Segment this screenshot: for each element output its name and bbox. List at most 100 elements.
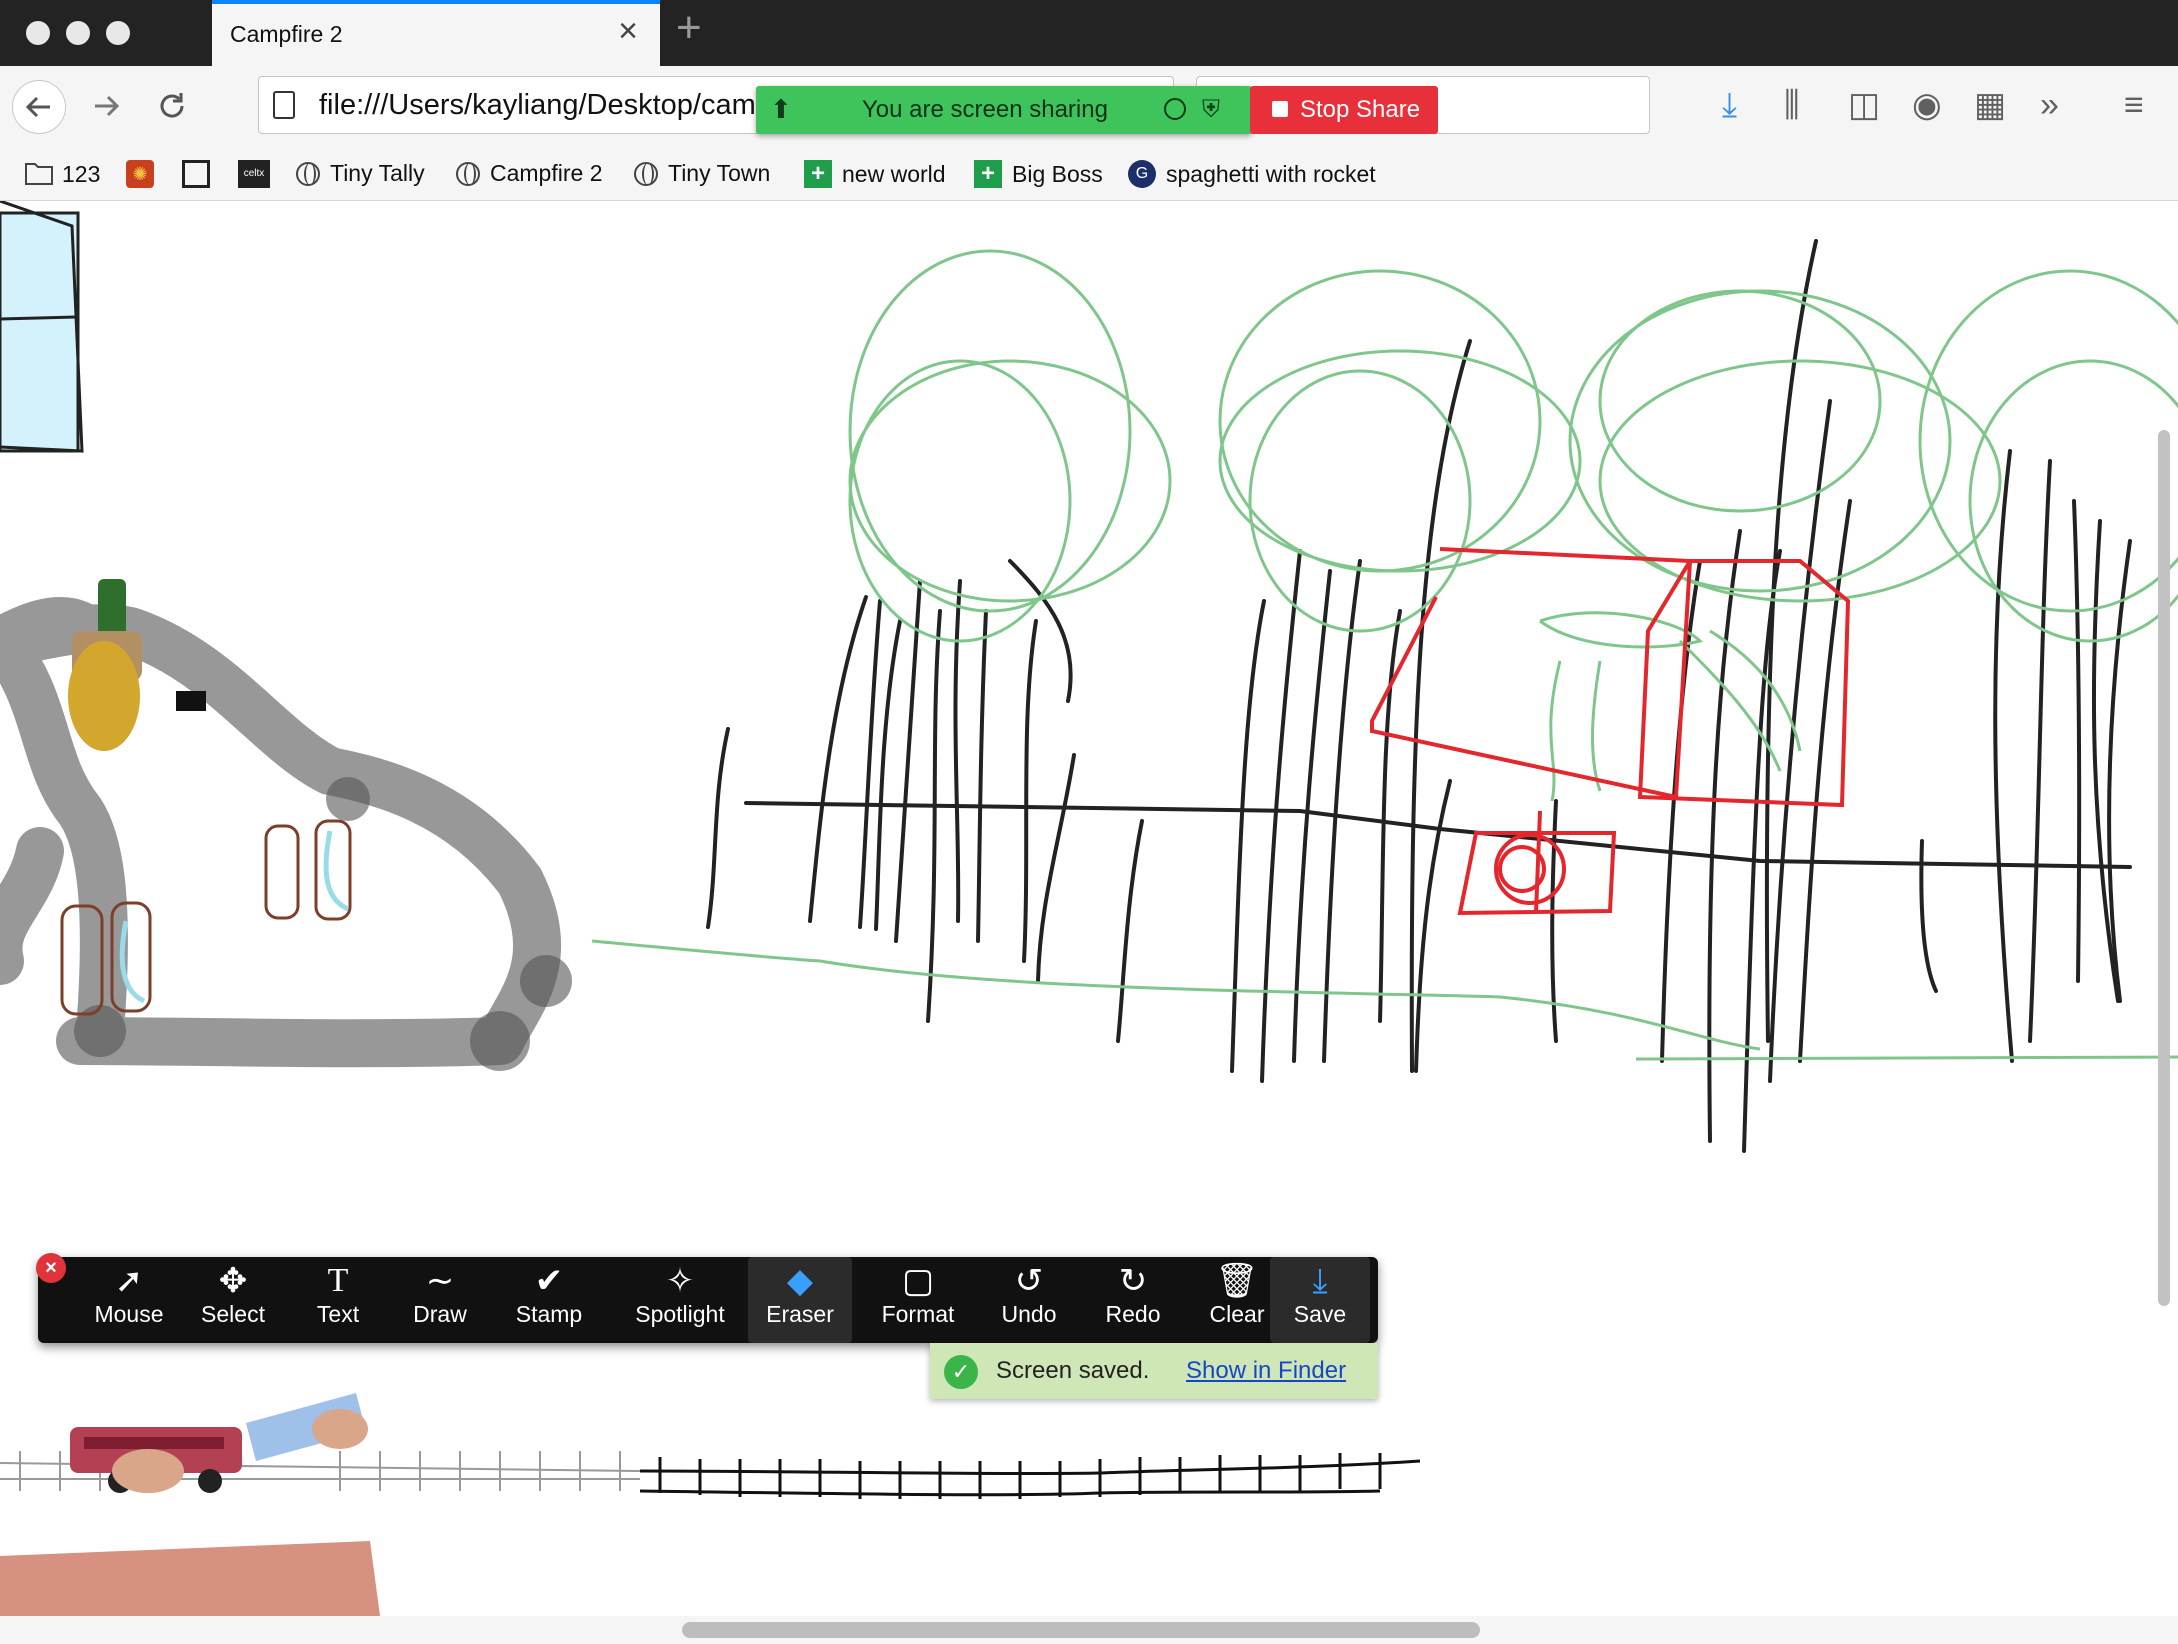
check-circle-icon: ✓ bbox=[944, 1355, 978, 1389]
tool-label: Spotlight bbox=[635, 1301, 725, 1327]
plus-icon[interactable]: + bbox=[676, 6, 702, 50]
horizontal-scrollbar[interactable] bbox=[682, 1622, 1480, 1638]
annotation-toolbar: × ➚ Mouse ✥ Select T Text ∼ Draw ✔ Stamp… bbox=[36, 1253, 1378, 1343]
download-icon[interactable]: ⤓ bbox=[1722, 88, 1737, 122]
bookmark-tiny-tally[interactable]: Tiny Tally bbox=[296, 160, 425, 187]
toast-message: Screen saved. bbox=[996, 1357, 1150, 1384]
account-icon[interactable]: ◉ bbox=[1912, 88, 1942, 122]
overflow-icon[interactable]: » bbox=[2040, 88, 2059, 122]
tool-eraser[interactable]: ◆ Eraser bbox=[748, 1257, 852, 1343]
tool-label: Mouse bbox=[94, 1301, 164, 1327]
close-toolbar-button[interactable]: × bbox=[36, 1253, 66, 1283]
tool-label: Save bbox=[1293, 1301, 1347, 1327]
toy-train-images bbox=[0, 1393, 380, 1616]
tool-undo[interactable]: ↺ Undo bbox=[988, 1257, 1070, 1343]
tool-clear[interactable]: 🗑 Clear bbox=[1196, 1257, 1278, 1343]
drawing-canvas[interactable] bbox=[0, 201, 2178, 1616]
folder-icon bbox=[24, 160, 53, 188]
extension-icon[interactable]: ▦ bbox=[1974, 88, 2006, 122]
trash-icon: 🗑 bbox=[1215, 1262, 1259, 1300]
celtx-logo: celtx bbox=[238, 160, 270, 188]
sidebar-icon[interactable]: ◫ bbox=[1848, 88, 1880, 122]
close-window-button[interactable] bbox=[26, 21, 50, 45]
tool-label: Text bbox=[316, 1301, 360, 1327]
bookmarks-bar: 123 ✺ celtx Tiny Tally Campfire 2 Tiny T… bbox=[0, 148, 2178, 201]
bookmark-frame[interactable] bbox=[182, 160, 220, 188]
bookmark-label: Big Boss bbox=[1012, 160, 1103, 187]
check-icon: ✔ bbox=[534, 1262, 564, 1300]
tool-label: Select bbox=[201, 1301, 265, 1327]
vertical-scrollbar[interactable] bbox=[2158, 430, 2170, 1306]
tool-label: Stamp bbox=[515, 1301, 583, 1327]
tool-draw[interactable]: ∼ Draw bbox=[400, 1257, 480, 1343]
reload-button[interactable] bbox=[146, 80, 198, 132]
sharing-text: You are screen sharing bbox=[862, 96, 1108, 123]
tool-mouse[interactable]: ➚ Mouse bbox=[88, 1257, 170, 1343]
bookmark-label: 123 bbox=[62, 160, 101, 187]
wand-icon: ✧ bbox=[665, 1262, 695, 1300]
frame-icon bbox=[182, 160, 210, 188]
tree-trunks bbox=[706, 239, 2132, 1153]
page-icon bbox=[273, 91, 295, 119]
stop-share-label: Stop Share bbox=[1300, 96, 1421, 123]
redo-icon: ↻ bbox=[1118, 1262, 1148, 1300]
tree-canopies bbox=[848, 249, 2178, 802]
tool-select[interactable]: ✥ Select bbox=[188, 1257, 278, 1343]
minimize-window-button[interactable] bbox=[66, 21, 90, 45]
forward-button[interactable] bbox=[80, 80, 132, 132]
bookmark-label: Tiny Town bbox=[668, 160, 771, 186]
tool-label: Draw bbox=[413, 1301, 467, 1327]
recording-dot-icon bbox=[1164, 98, 1186, 120]
globe-icon bbox=[456, 161, 480, 186]
globe-icon bbox=[296, 161, 320, 186]
circle-logo-icon: G bbox=[1128, 160, 1156, 188]
eraser-icon: ◆ bbox=[786, 1262, 814, 1300]
tool-stamp[interactable]: ✔ Stamp bbox=[504, 1257, 594, 1343]
red-sketch bbox=[1370, 547, 1851, 916]
tool-spotlight[interactable]: ✧ Spotlight bbox=[618, 1257, 742, 1343]
bookmark-campfire-2[interactable]: Campfire 2 bbox=[456, 160, 602, 187]
close-icon[interactable]: × bbox=[618, 14, 638, 48]
bookmark-pumpkin[interactable]: ✺ bbox=[126, 160, 164, 188]
library-icon[interactable]: ⫼ bbox=[1784, 88, 1800, 122]
window-sketch bbox=[0, 201, 84, 453]
menu-icon[interactable]: ≡ bbox=[2124, 88, 2144, 122]
grass-lines bbox=[591, 939, 2178, 1061]
tab-campfire-2[interactable]: Campfire 2 × bbox=[212, 0, 660, 66]
bookmark-big-boss[interactable]: + Big Boss bbox=[974, 160, 1103, 188]
bookmark-new-world[interactable]: + new world bbox=[804, 160, 946, 188]
tab-title: Campfire 2 bbox=[230, 21, 343, 47]
tool-label: Redo bbox=[1105, 1301, 1161, 1327]
tool-redo[interactable]: ↻ Redo bbox=[1092, 1257, 1174, 1343]
tool-label: Eraser bbox=[766, 1301, 834, 1327]
move-icon: ✥ bbox=[218, 1262, 248, 1300]
bookmark-folder-123[interactable]: 123 bbox=[24, 160, 100, 188]
back-button[interactable] bbox=[12, 80, 66, 134]
tool-text[interactable]: T Text bbox=[300, 1257, 376, 1343]
browser-titlebar: Campfire 2 × + bbox=[0, 0, 2178, 66]
annotation-drawing bbox=[0, 201, 2178, 1616]
plus-square-icon: + bbox=[974, 160, 1002, 188]
reload-icon bbox=[160, 93, 184, 118]
stop-icon bbox=[1272, 101, 1288, 117]
tool-format[interactable]: ▢ Format bbox=[856, 1257, 980, 1343]
screen-sharing-banner[interactable]: ⬆ You are screen sharing ⛨ bbox=[756, 86, 1252, 134]
plus-square-icon: + bbox=[804, 160, 832, 188]
pumpkin-icon: ✺ bbox=[126, 160, 154, 188]
share-arrow-icon: ⬆ bbox=[770, 94, 792, 124]
globe-icon bbox=[634, 161, 658, 186]
screen-saved-toast: ✓ Screen saved. Show in Finder bbox=[930, 1343, 1378, 1399]
bookmark-tiny-town[interactable]: Tiny Town bbox=[634, 160, 770, 187]
zoom-window-button[interactable] bbox=[106, 21, 130, 45]
bookmark-spaghetti-with-rocket[interactable]: G spaghetti with rocket bbox=[1128, 160, 1376, 188]
save-icon: ⤓ bbox=[1312, 1262, 1328, 1300]
cursor-icon: ➚ bbox=[114, 1262, 144, 1300]
undo-icon: ↺ bbox=[1014, 1262, 1044, 1300]
bookmark-celtx[interactable]: celtx bbox=[238, 160, 280, 188]
bookmark-label: Tiny Tally bbox=[330, 160, 425, 186]
show-in-finder-link[interactable]: Show in Finder bbox=[1186, 1357, 1346, 1385]
square-icon: ▢ bbox=[901, 1262, 935, 1300]
tool-label: Clear bbox=[1209, 1301, 1265, 1327]
stop-share-button[interactable]: Stop Share bbox=[1250, 86, 1438, 134]
tool-save[interactable]: ⤓ Save bbox=[1270, 1257, 1370, 1343]
